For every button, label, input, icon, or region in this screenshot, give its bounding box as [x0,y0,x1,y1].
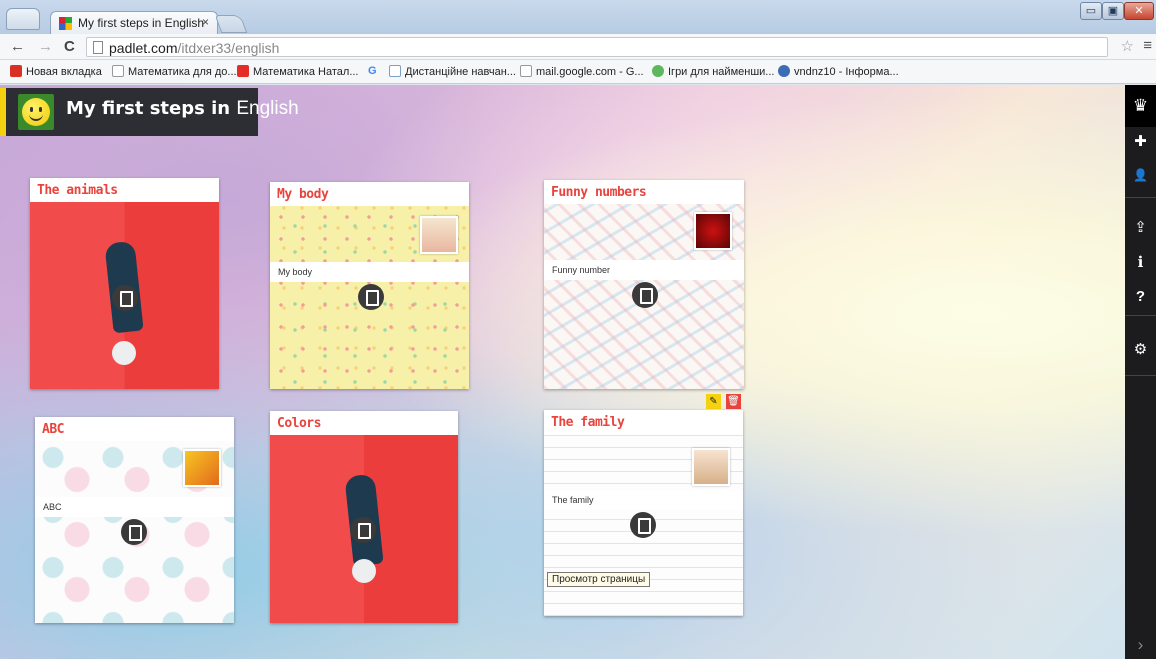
card-title: Colors [270,411,458,435]
url-text: padlet.com/itdxer33/english [109,40,280,56]
accent-bar [0,88,6,136]
pf-icon [389,65,401,77]
card-image: My body [270,206,469,389]
forward-icon[interactable]: → [38,38,53,55]
user-icon[interactable]: 👤 [1125,168,1156,182]
post-card-animals[interactable]: The animals [30,178,219,389]
add-icon[interactable]: ✚ [1125,132,1156,150]
card-image: Funny number [544,204,744,389]
card-label: Funny number [544,260,744,280]
expand-icon[interactable]: › [1125,635,1156,655]
post-card-my-body[interactable]: My body My body [270,182,469,389]
bookmark-item[interactable]: Математика Натал... [237,65,358,78]
globe-icon [778,65,790,77]
help-icon[interactable]: ? [1125,288,1156,305]
exclamation-dot [352,559,376,583]
card-label: The family [544,490,743,510]
document-icon[interactable] [358,284,384,310]
smiley-icon [18,94,54,130]
card-image [270,435,458,623]
reload-icon[interactable]: C [64,38,75,55]
gmail-icon [10,65,22,77]
card-label: ABC [35,497,234,517]
page-title: My first steps in English [66,98,299,119]
tab-title: My first steps in English [78,16,205,30]
bookmark-star-icon[interactable]: ☆ [1121,37,1134,55]
page-icon [112,65,124,77]
tab-close-icon[interactable]: × [202,15,209,29]
browser-titlebar: My first steps in English × ▭ ▣ ✕ [0,0,1156,34]
delete-post-button[interactable]: 🗑 [726,394,741,409]
bookmark-item[interactable]: Новая вкладка [10,65,102,78]
sidebar-divider [1125,315,1156,316]
card-title: My body [270,182,469,206]
document-icon[interactable] [350,517,376,543]
document-icon[interactable] [632,282,658,308]
browser-logo-icon[interactable] [6,8,40,30]
bookmark-item[interactable]: Математика для до... [112,65,237,78]
card-image: ABC [35,441,234,623]
share-icon[interactable]: ⇪ [1125,218,1156,236]
card-title: The family [544,410,743,434]
browser-toolbar: ← → C padlet.com/itdxer33/english ☆ ≡ [0,34,1156,60]
padlet-sidebar: ♛ ✚ 👤 ⇪ ℹ ? ⚙ › [1125,85,1156,659]
exclamation-dot [112,341,136,365]
address-bar[interactable]: padlet.com/itdxer33/english [86,37,1108,57]
bookmark-item[interactable]: Ігри для найменши... [652,65,774,78]
close-window-button[interactable]: ✕ [1124,2,1154,20]
settings-icon[interactable]: ⚙ [1125,340,1156,358]
sidebar-divider [1125,375,1156,376]
youtube-icon [237,65,249,77]
menu-icon[interactable]: ≡ [1143,37,1152,54]
card-title: ABC [35,417,234,441]
card-title: Funny numbers [544,180,744,204]
back-icon[interactable]: ← [10,38,25,55]
edit-post-button[interactable]: ✎ [706,394,721,409]
document-icon[interactable] [630,512,656,538]
crown-icon[interactable]: ♛ [1125,85,1156,127]
new-tab-button[interactable] [214,15,248,33]
browser-tab[interactable]: My first steps in English × [50,11,218,34]
thumbnail-image [694,212,732,250]
padlet-favicon-icon [59,17,72,30]
thumbnail-image [183,449,221,487]
tooltip: Просмотр страницы [547,572,651,587]
document-icon[interactable] [121,519,147,545]
bookmark-item[interactable]: Дистанційне навчан... [389,65,516,78]
card-title: The animals [30,178,219,202]
card-label: My body [270,262,469,282]
document-icon[interactable] [112,285,138,311]
bookmark-item[interactable]: mail.google.com - G... [520,65,644,78]
post-card-funny-numbers[interactable]: Funny numbers Funny number [544,180,744,389]
page-icon [520,65,532,77]
card-image [30,202,219,389]
maximize-button[interactable]: ▣ [1102,2,1124,20]
padlet-wall: My first steps in English The animals My… [0,85,1156,659]
bookmarks-bar: Новая вкладка Математика для до... Матем… [0,60,1156,84]
thumbnail-image [420,216,458,254]
game-icon [652,65,664,77]
bookmark-item[interactable]: vndnz10 - Інформа... [778,65,899,78]
minimize-button[interactable]: ▭ [1080,2,1102,20]
post-card-colors[interactable]: Colors [270,411,458,623]
thumbnail-image [692,448,730,486]
card-image: The family [544,434,743,616]
padlet-header[interactable]: My first steps in English [0,88,299,136]
info-icon[interactable]: ℹ [1125,253,1156,271]
sidebar-divider [1125,197,1156,198]
page-icon [93,41,103,54]
post-card-abc[interactable]: ABC ABC [35,417,234,623]
google-icon[interactable]: G [368,65,377,77]
